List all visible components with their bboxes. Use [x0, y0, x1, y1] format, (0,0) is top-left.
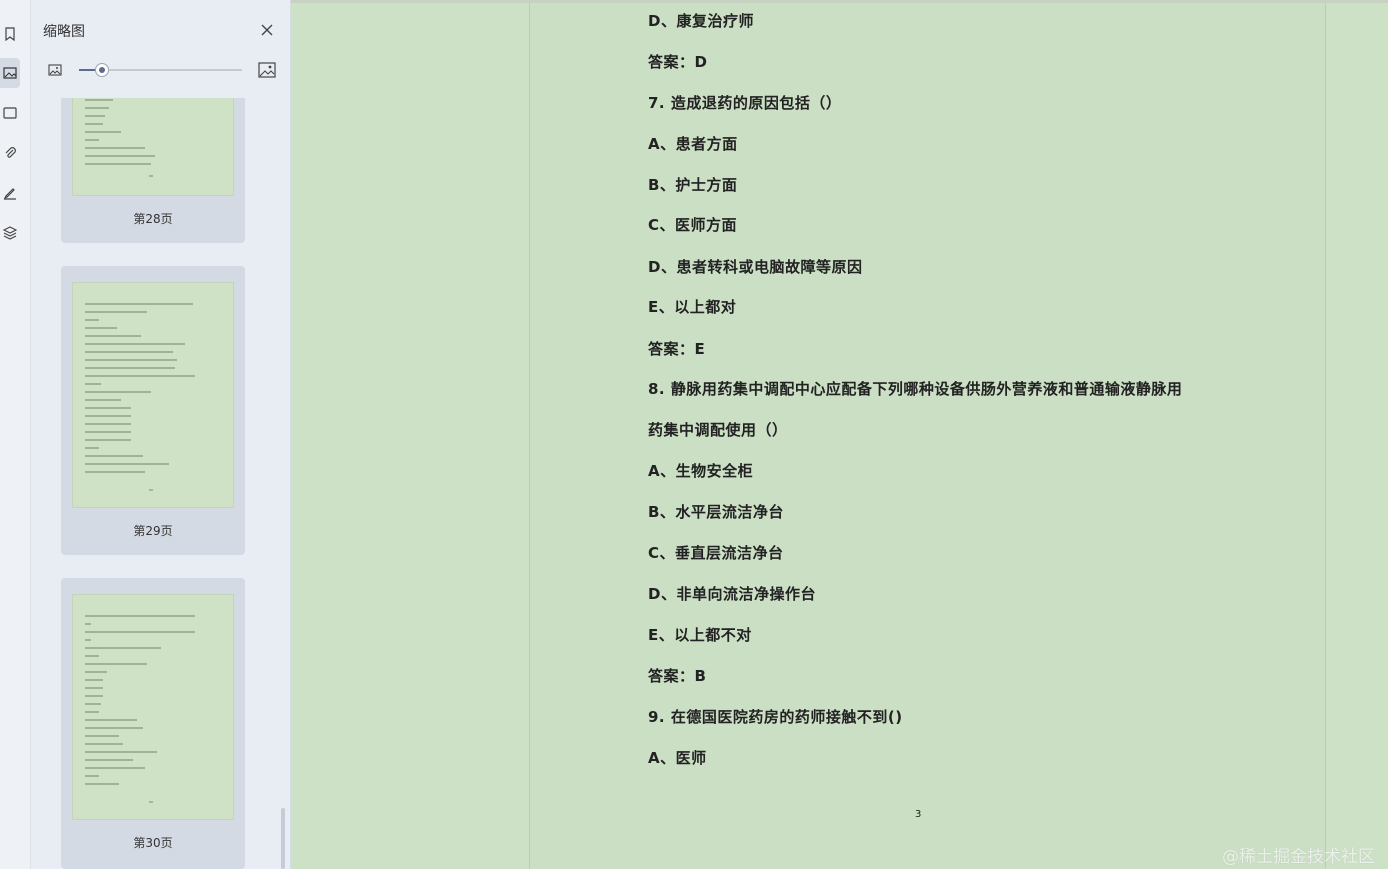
doc-line: D、康复治疗师: [648, 12, 754, 30]
doc-line: D、非单向流洁净操作台: [648, 585, 816, 603]
thumbnail-label: 第29页: [133, 524, 173, 538]
page-number: 3: [915, 809, 922, 820]
thumbnail-page-30[interactable]: 第30页: [61, 578, 245, 869]
doc-line: 答案：B: [648, 667, 707, 685]
doc-line: E、以上都不对: [648, 626, 752, 644]
attachment-icon[interactable]: [0, 138, 20, 168]
doc-line: 答案：D: [648, 53, 708, 71]
thumbnail-list[interactable]: 第28页 第29页 第30页: [31, 98, 290, 869]
layers-icon[interactable]: [0, 218, 20, 248]
doc-line: C、医师方面: [648, 216, 738, 234]
thumbnail-page-28[interactable]: 第28页: [61, 98, 245, 243]
doc-line: 7. 造成退药的原因包括（）: [648, 94, 842, 112]
zoom-in-image-icon[interactable]: [257, 60, 277, 80]
thumbnail-page-29[interactable]: 第29页: [61, 266, 245, 555]
doc-line: 9. 在德国医院药房的药师接触不到(): [648, 708, 903, 726]
doc-line: A、生物安全柜: [648, 462, 754, 480]
thumbnail-image: [72, 282, 234, 508]
thumbnail-image: [72, 594, 234, 820]
signature-icon[interactable]: [0, 178, 20, 208]
comment-icon[interactable]: [0, 98, 20, 128]
zoom-out-image-icon[interactable]: [47, 62, 63, 78]
doc-line: C、垂直层流洁净台: [648, 544, 784, 562]
watermark: @稀土掘金技术社区: [1222, 847, 1375, 867]
left-icon-rail: [0, 0, 31, 869]
zoom-slider-thumb[interactable]: [95, 63, 109, 77]
panel-title: 缩略图: [43, 24, 85, 40]
doc-line: E、以上都对: [648, 298, 737, 316]
doc-line: B、水平层流洁净台: [648, 503, 784, 521]
thumbnail-panel: 缩略图 第28页 第29页 第30页: [31, 0, 291, 869]
doc-line: B、护士方面: [648, 176, 738, 194]
doc-line: 8. 静脉用药集中调配中心应配备下列哪种设备供肠外营养液和普通输液静脉用: [648, 380, 1183, 398]
thumbnail-image: [72, 98, 234, 196]
doc-line: D、患者转科或电脑故障等原因: [648, 258, 863, 276]
doc-line: 药集中调配使用（）: [648, 421, 788, 439]
panel-scrollbar[interactable]: [281, 808, 285, 869]
thumbnail-label: 第30页: [133, 836, 173, 850]
doc-line: A、患者方面: [648, 135, 738, 153]
doc-line: 答案：E: [648, 340, 706, 358]
close-icon[interactable]: [259, 22, 275, 38]
thumbnail-label: 第28页: [133, 212, 173, 226]
bookmark-icon[interactable]: [0, 19, 20, 49]
thumbnail-icon[interactable]: [0, 58, 20, 88]
doc-line: A、医师: [648, 749, 707, 767]
